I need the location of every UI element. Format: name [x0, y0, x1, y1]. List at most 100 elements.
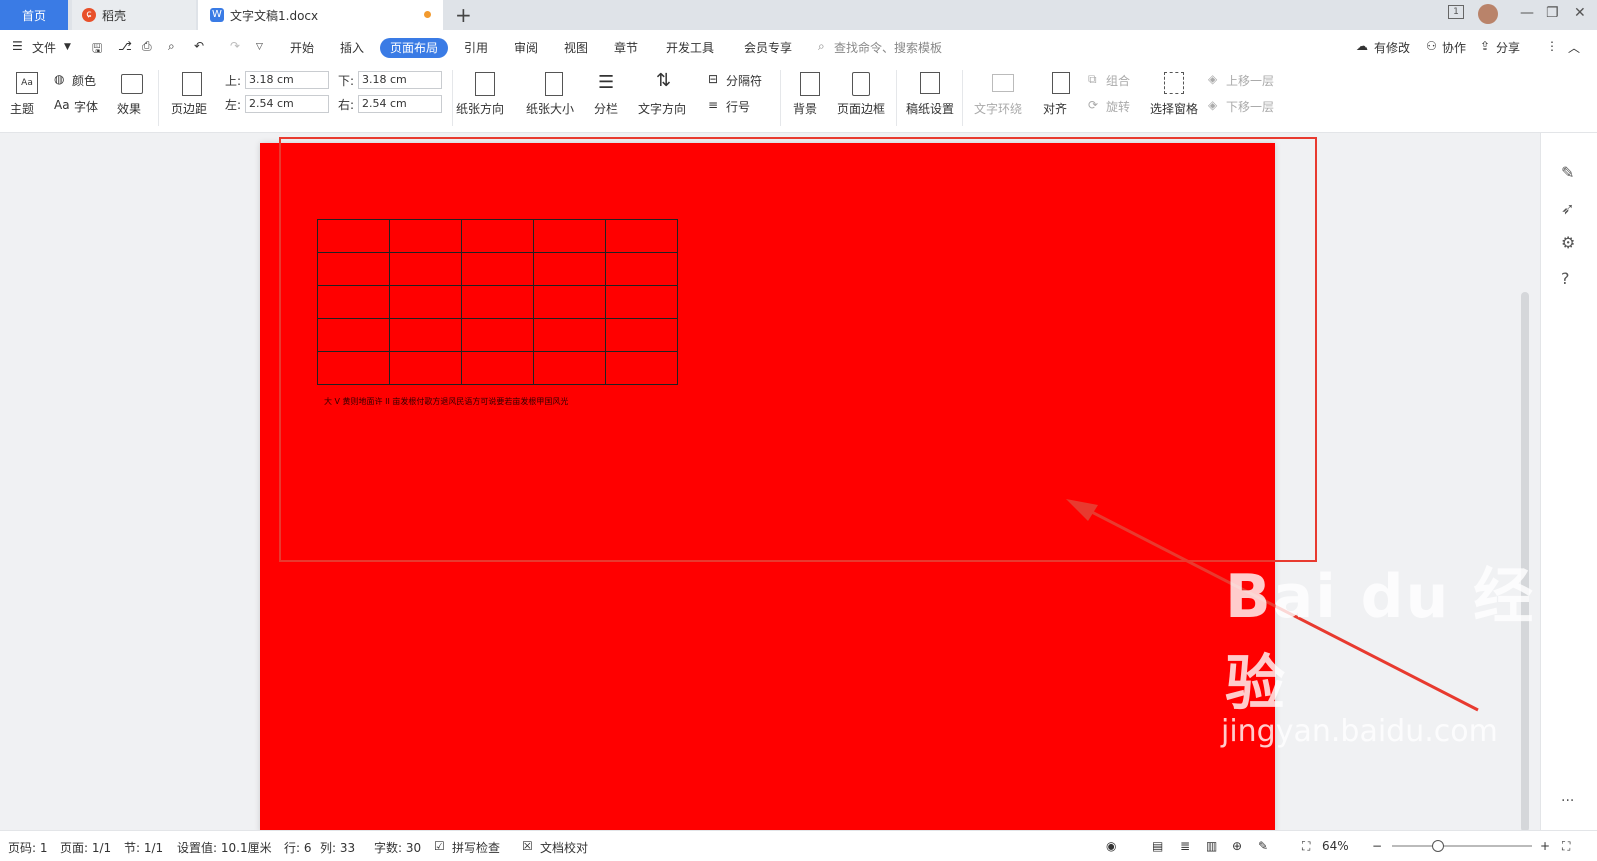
edit-pen-icon[interactable]: ✎	[1561, 163, 1574, 182]
selection-pane-icon	[1164, 72, 1184, 94]
orientation-button[interactable]: 纸张方向	[456, 100, 504, 117]
group-button[interactable]: 组合	[1106, 72, 1130, 89]
page-border-button[interactable]: 页面边框	[837, 100, 885, 117]
columns-button[interactable]: 分栏	[594, 100, 618, 117]
send-backward-button[interactable]: 下移一层	[1226, 98, 1274, 115]
text-direction-icon: ⇅	[656, 70, 672, 91]
rotate-button[interactable]: 旋转	[1106, 98, 1130, 115]
unsaved-dot-icon	[424, 11, 431, 18]
new-tab-button[interactable]: +	[455, 3, 472, 27]
text-direction-button[interactable]: 文字方向	[638, 100, 686, 117]
top-margin-label: 上:	[225, 74, 242, 88]
outline-view-icon[interactable]: ≣	[1180, 839, 1190, 853]
settings-sliders-icon[interactable]: ⚙	[1561, 233, 1575, 252]
background-button[interactable]: 背景	[793, 100, 817, 117]
menu-review[interactable]: 审阅	[514, 39, 538, 56]
menu-start[interactable]: 开始	[290, 39, 314, 56]
tab-document-label: 文字文稿1.docx	[230, 8, 319, 23]
line-numbers-icon: ≡	[708, 98, 719, 112]
fullscreen-icon[interactable]: ⛶	[1562, 839, 1570, 854]
save-icon[interactable]: 🖫	[92, 39, 102, 60]
right-margin-input[interactable]: 2.54 cm	[358, 95, 442, 113]
more-dots-icon[interactable]: ···	[1561, 793, 1574, 809]
font-icon: Aa	[54, 98, 70, 112]
tab-daoke[interactable]: ɕ 稻壳	[72, 0, 196, 30]
hamburger-icon[interactable]: ☰	[12, 39, 23, 53]
top-margin-input[interactable]: 3.18 cm	[245, 71, 329, 89]
menu-references[interactable]: 引用	[464, 39, 488, 56]
left-margin-label: 左:	[225, 98, 242, 112]
menu-view[interactable]: 视图	[564, 39, 588, 56]
menu-member[interactable]: 会员专享	[744, 39, 792, 56]
status-word-count[interactable]: 字数: 30	[374, 839, 421, 856]
web-view-icon[interactable]: ⊕	[1232, 839, 1242, 853]
paper-size-icon	[545, 72, 563, 96]
command-search-input[interactable]: 查找命令、搜索模板	[834, 39, 942, 56]
help-icon[interactable]: ?	[1561, 269, 1570, 288]
status-column[interactable]: 列: 33	[320, 839, 355, 856]
quick-access-more-icon[interactable]: ▽	[256, 42, 263, 52]
align-button[interactable]: 对齐	[1043, 100, 1067, 117]
annotate-view-icon[interactable]: ✎	[1258, 839, 1268, 853]
left-margin-input[interactable]: 2.54 cm	[245, 95, 329, 113]
tab-document[interactable]: W 文字文稿1.docx	[198, 0, 443, 30]
fit-page-icon[interactable]: ⛶	[1302, 839, 1310, 854]
close-icon[interactable]: ✕	[1574, 5, 1586, 21]
share-button[interactable]: 分享	[1496, 39, 1520, 56]
status-section[interactable]: 节: 1/1	[124, 839, 163, 856]
zoom-in-icon[interactable]: +	[1540, 839, 1550, 853]
collapse-ribbon-icon[interactable]: ︿	[1568, 39, 1580, 56]
menu-page-layout[interactable]: 页面布局	[380, 38, 448, 58]
zoom-slider-handle[interactable]	[1432, 840, 1444, 852]
breaks-button[interactable]: 分隔符	[726, 72, 762, 89]
more-icon[interactable]: ⋮	[1546, 39, 1558, 53]
tab-home[interactable]: 首页	[0, 0, 68, 30]
avatar[interactable]	[1478, 4, 1498, 24]
zoom-out-icon[interactable]: −	[1372, 839, 1382, 853]
effects-button[interactable]: 效果	[117, 100, 141, 117]
eye-protection-icon[interactable]: ◉	[1106, 839, 1116, 853]
grid-paper-button[interactable]: 稿纸设置	[906, 100, 954, 117]
line-numbers-button[interactable]: 行号	[726, 98, 750, 115]
menu-file[interactable]: 文件	[32, 39, 56, 56]
menu-bar: ☰ 文件 ▼ 🖫 ⎇ ⎙ ⌕ ↶ ↷ ▽ 开始 插入 页面布局 引用 审阅 视图…	[0, 30, 1597, 64]
has-changes-button[interactable]: 有修改	[1374, 39, 1410, 56]
status-page-number[interactable]: 页码: 1	[8, 839, 48, 856]
bottom-margin-input[interactable]: 3.18 cm	[358, 71, 442, 89]
menu-developer[interactable]: 开发工具	[666, 39, 714, 56]
margins-icon	[182, 72, 202, 96]
format-painter-icon[interactable]: ⎇	[118, 39, 132, 53]
search-icon: ⌕	[818, 39, 825, 53]
collab-button[interactable]: 协作	[1442, 39, 1466, 56]
status-row[interactable]: 行: 6	[284, 839, 312, 856]
bring-forward-button[interactable]: 上移一层	[1226, 72, 1274, 89]
restore-icon[interactable]: ❐	[1546, 5, 1559, 21]
minimize-icon[interactable]: —	[1520, 5, 1534, 21]
proofread-button[interactable]: 文档校对	[540, 839, 588, 856]
cursor-select-icon[interactable]: ➶	[1561, 199, 1574, 218]
undo-icon[interactable]: ↶	[194, 39, 204, 53]
text-wrap-icon	[992, 74, 1014, 92]
window-layout-icon[interactable]: 1	[1448, 5, 1464, 19]
print-icon[interactable]: ⎙	[142, 39, 152, 54]
reading-view-icon[interactable]: ▥	[1206, 839, 1217, 853]
zoom-level[interactable]: 64%	[1322, 839, 1349, 853]
title-bar: 首页 ɕ 稻壳 W 文字文稿1.docx + 1 — ❐ ✕	[0, 0, 1597, 30]
page-view-icon[interactable]: ▤	[1152, 839, 1163, 853]
margins-button[interactable]: 页边距	[171, 100, 207, 117]
zoom-slider[interactable]	[1392, 840, 1532, 852]
print-preview-icon[interactable]: ⌕	[168, 39, 175, 54]
selection-pane-button[interactable]: 选择窗格	[1150, 100, 1198, 117]
share-icon: ⇪	[1480, 39, 1491, 53]
text-wrap-button[interactable]: 文字环绕	[974, 100, 1022, 117]
theme-button[interactable]: 主题	[10, 100, 34, 117]
paper-size-button[interactable]: 纸张大小	[526, 100, 574, 117]
spell-check-button[interactable]: 拼写检查	[452, 839, 500, 856]
menu-chapter[interactable]: 章节	[614, 39, 638, 56]
color-button[interactable]: 颜色	[72, 72, 96, 89]
status-pages[interactable]: 页面: 1/1	[60, 839, 111, 856]
menu-insert[interactable]: 插入	[340, 39, 364, 56]
status-setting[interactable]: 设置值: 10.1厘米	[177, 839, 272, 856]
redo-icon[interactable]: ↷	[230, 39, 240, 53]
font-button[interactable]: 字体	[74, 98, 98, 115]
